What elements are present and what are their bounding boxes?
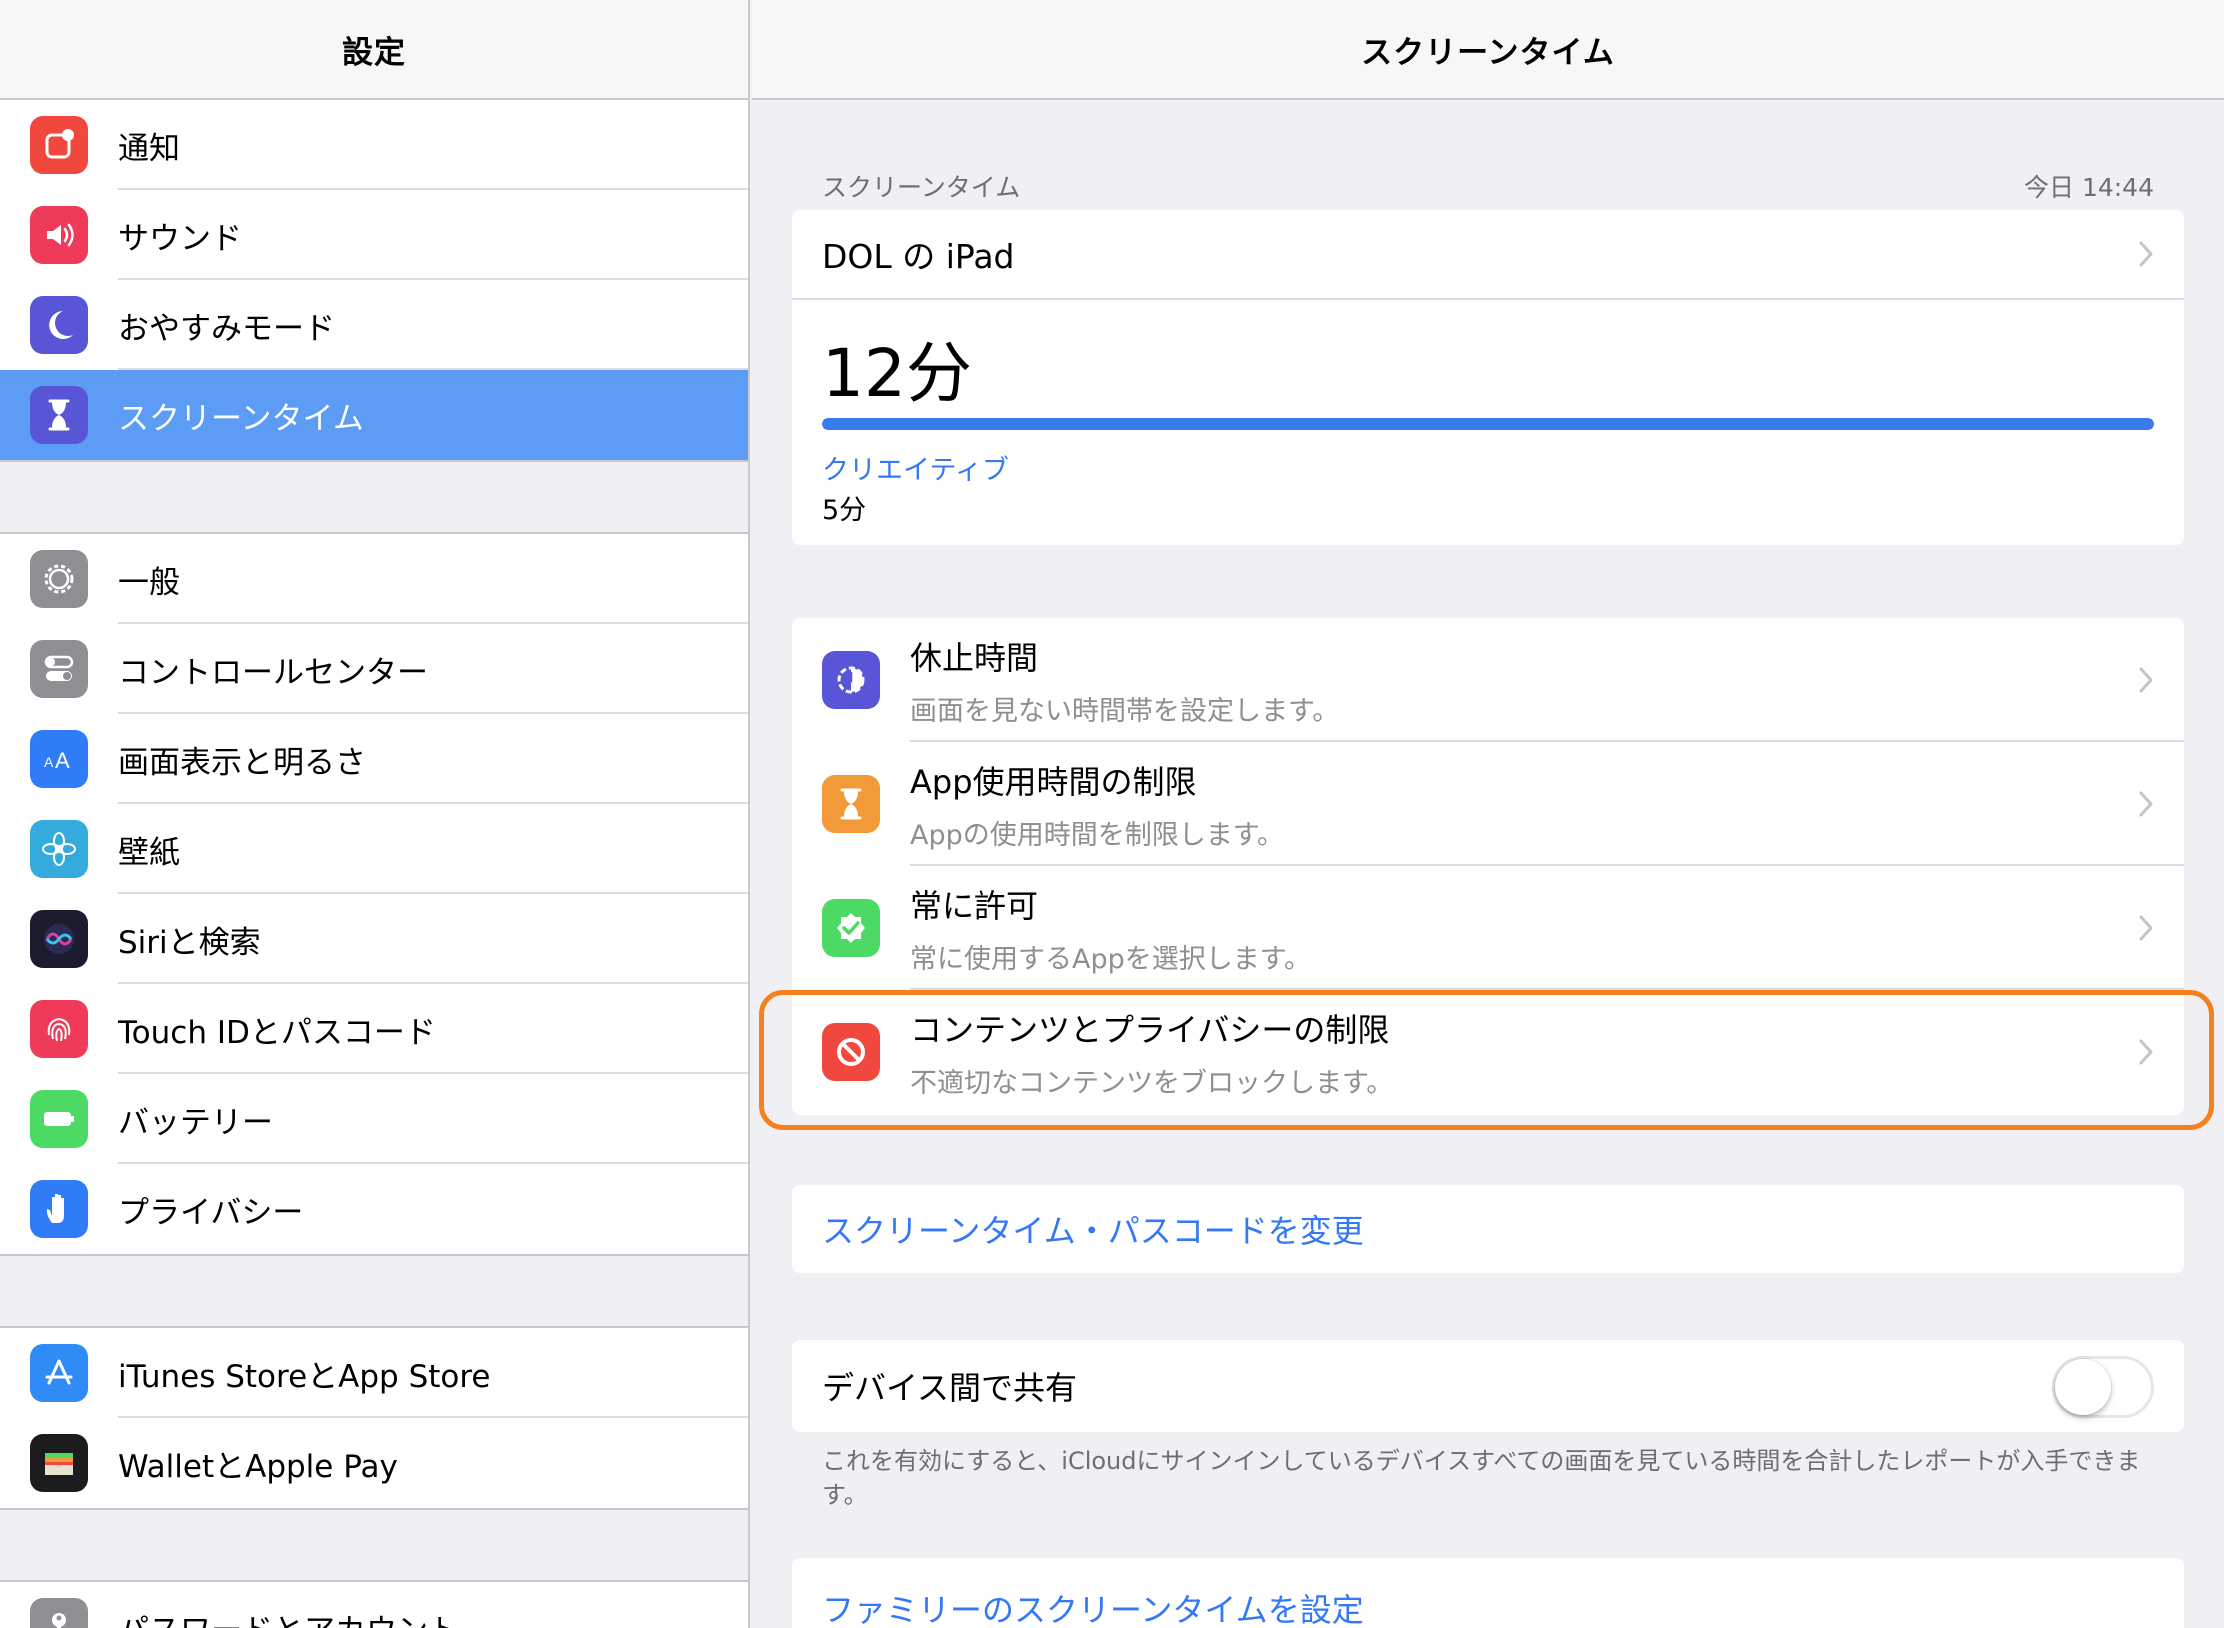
option-app-limits[interactable]: App使用時間の制限 Appの使用時間を制限します。	[792, 742, 2184, 866]
hand-icon	[30, 1180, 88, 1238]
change-passcode-label: スクリーンタイム・パスコードを変更	[822, 1212, 1364, 1250]
sidebar-item-label: 一般	[118, 564, 180, 601]
option-subtitle: Appの使用時間を制限します。	[910, 819, 1285, 851]
highlight-outline	[759, 990, 2214, 1130]
device-row[interactable]: DOL の iPad	[792, 210, 2184, 300]
sidebar-title: 設定	[342, 34, 406, 71]
sidebar-item-do-not-disturb[interactable]: おやすみモード	[0, 280, 748, 370]
sidebar-item-label: おやすみモード	[118, 310, 335, 347]
sidebar-item-sound[interactable]: サウンド	[0, 190, 748, 280]
sidebar-item-label: 画面表示と明るさ	[118, 744, 366, 781]
toggles-icon	[30, 640, 88, 698]
notifications-icon	[30, 116, 88, 174]
sidebar-item-control-center[interactable]: コントロールセンター	[0, 624, 748, 714]
sidebar-item-siri[interactable]: Siriと検索	[0, 894, 748, 984]
option-title: 休止時間	[910, 638, 1039, 677]
category-time: 5分	[822, 495, 867, 526]
sidebar-item-label: iTunes StoreとApp Store	[118, 1358, 491, 1395]
svg-text:A: A	[44, 754, 54, 770]
fingerprint-icon	[30, 1000, 88, 1058]
page-title: スクリーンタイム	[1361, 34, 1615, 71]
sidebar-item-touch-id[interactable]: Touch IDとパスコード	[0, 984, 748, 1074]
checkmark-badge-icon	[822, 899, 880, 957]
sidebar-item-wallpaper[interactable]: 壁紙	[0, 804, 748, 894]
battery-icon	[30, 1090, 88, 1148]
total-usage-time: 12分	[822, 335, 972, 412]
category-name: クリエイティブ	[822, 455, 1009, 486]
downtime-icon	[822, 651, 880, 709]
sidebar-item-label: コントロールセンター	[118, 654, 428, 691]
change-passcode-button[interactable]: スクリーンタイム・パスコードを変更	[792, 1185, 2184, 1273]
usage-card: DOL の iPad 12分 クリエイティブ 5分	[792, 210, 2184, 545]
sidebar-item-label: サウンド	[118, 220, 242, 257]
share-footnote: これを有効にすると、iCloudにサインインしているデバイスすべての画面を見てい…	[822, 1447, 2141, 1509]
moon-icon	[30, 296, 88, 354]
usage-bar	[822, 418, 2154, 430]
family-screen-time-label: ファミリーのスクリーンタイムを設定	[822, 1591, 1364, 1628]
hourglass-icon	[30, 386, 88, 444]
chevron-right-icon	[2139, 667, 2153, 693]
option-subtitle: 画面を見ない時間帯を設定します。	[910, 695, 1340, 727]
sidebar-group-3: iTunes StoreとApp Store WalletとApple Pay	[0, 1326, 748, 1510]
family-screen-time-button[interactable]: ファミリーのスクリーンタイムを設定	[792, 1558, 2184, 1628]
usage-section-header: スクリーンタイム 今日 14:44	[822, 168, 2154, 204]
sidebar-item-privacy[interactable]: プライバシー	[0, 1164, 748, 1254]
sound-icon	[30, 206, 88, 264]
detail-nav-bar: スクリーンタイム	[752, 0, 2224, 100]
option-title: App使用時間の制限	[910, 762, 1197, 801]
key-icon	[30, 1598, 88, 1628]
option-always-allowed[interactable]: 常に許可 常に使用するAppを選択します。	[792, 866, 2184, 990]
sidebar-group-1: 通知 サウンド おやすみモード スクリーンタイム	[0, 100, 748, 462]
sidebar-item-display[interactable]: AA 画面表示と明るさ	[0, 714, 748, 804]
option-downtime[interactable]: 休止時間 画面を見ない時間帯を設定します。	[792, 618, 2184, 742]
share-across-devices-toggle[interactable]	[2052, 1356, 2154, 1418]
wallet-icon	[30, 1434, 88, 1492]
share-across-devices-label: デバイス間で共有	[822, 1369, 1078, 1407]
sidebar-item-label: 通知	[118, 130, 180, 167]
sidebar-item-label: パスワードとアカウント	[118, 1605, 459, 1628]
sidebar-item-wallet[interactable]: WalletとApple Pay	[0, 1418, 748, 1508]
screen-time-detail: スクリーンタイム スクリーンタイム 今日 14:44 DOL の iPad 12…	[752, 0, 2224, 1628]
share-across-devices-row: デバイス間で共有	[792, 1340, 2184, 1432]
sidebar-item-label: Touch IDとパスコード	[118, 1014, 436, 1051]
chevron-right-icon	[2139, 791, 2153, 817]
sidebar-item-label: プライバシー	[118, 1194, 304, 1231]
sidebar-item-label: スクリーンタイム	[118, 400, 364, 437]
siri-icon	[30, 910, 88, 968]
settings-sidebar: 設定 通知 サウンド おやすみモード スクリーンタイム 一般 コントロールセンタ…	[0, 0, 750, 1628]
chevron-right-icon	[2139, 241, 2153, 267]
section-header-label: スクリーンタイム	[822, 173, 1021, 202]
gear-icon	[30, 550, 88, 608]
sidebar-nav-bar: 設定	[0, 0, 748, 100]
flower-icon	[30, 820, 88, 878]
option-subtitle: 常に使用するAppを選択します。	[910, 943, 1312, 975]
hourglass-icon	[822, 775, 880, 833]
svg-text:A: A	[55, 748, 70, 773]
option-title: 常に許可	[910, 886, 1039, 925]
sidebar-item-label: 壁紙	[118, 834, 180, 871]
sidebar-item-label: WalletとApple Pay	[118, 1448, 398, 1485]
usage-bar-fill	[822, 418, 2154, 430]
sidebar-item-general[interactable]: 一般	[0, 534, 748, 624]
chevron-right-icon	[2139, 915, 2153, 941]
text-size-icon: AA	[30, 730, 88, 788]
sidebar-item-screen-time[interactable]: スクリーンタイム	[0, 370, 748, 460]
sidebar-group-4: パスワードとアカウント	[0, 1580, 748, 1628]
sidebar-group-2: 一般 コントロールセンター AA 画面表示と明るさ 壁紙 Siriと検索 Tou…	[0, 532, 748, 1256]
device-name: DOL の iPad	[822, 237, 1015, 276]
sidebar-item-notifications[interactable]: 通知	[0, 100, 748, 190]
toggle-knob	[2055, 1359, 2111, 1415]
sidebar-item-passwords-accounts[interactable]: パスワードとアカウント	[0, 1582, 748, 1628]
sidebar-item-label: Siriと検索	[118, 924, 261, 961]
app-store-icon	[30, 1344, 88, 1402]
sidebar-item-battery[interactable]: バッテリー	[0, 1074, 748, 1164]
sidebar-item-app-store[interactable]: iTunes StoreとApp Store	[0, 1328, 748, 1418]
section-header-time: 今日 14:44	[2024, 173, 2154, 202]
sidebar-item-label: バッテリー	[118, 1104, 273, 1141]
